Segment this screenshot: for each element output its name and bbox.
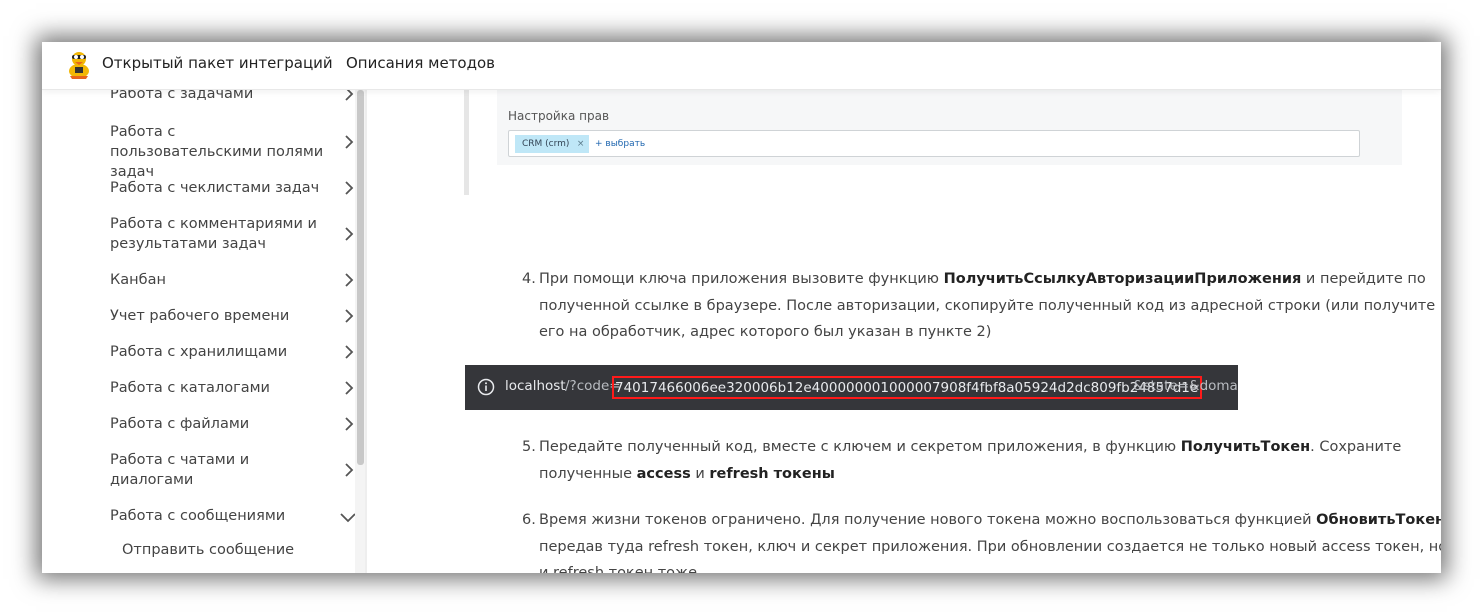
sidebar-item-storages[interactable]: Работа с хранилищами <box>110 342 360 362</box>
auth-code-highlight: 74017466006ee320006b12e40000000100000790… <box>612 376 1203 399</box>
sidebar-item-chats[interactable]: Работа с чатами и диалогами <box>110 450 360 490</box>
step-6: 6. Время жизни токенов ограничено. Для п… <box>522 507 1441 573</box>
sidebar-item-files[interactable]: Работа с файлами <box>110 414 360 434</box>
chevron-right-icon <box>345 90 354 101</box>
sidebar-item-tasks[interactable]: Работа с задачами <box>110 90 360 104</box>
function-name: ПолучитьСсылкуАвторизацииПриложения <box>943 271 1302 287</box>
sidebar-item-messages[interactable]: Работа с сообщениями <box>110 506 360 526</box>
sidebar-item-label: Учет рабочего времени <box>110 308 290 324</box>
step-number: 5. <box>522 439 536 455</box>
step-number: 4. <box>522 271 536 287</box>
browser-address-bar: localhost /?code= 74017466006ee320006b12… <box>465 365 1238 410</box>
step-text: Передайте полученный код, вместе с ключе… <box>539 439 1181 455</box>
step-text: и <box>690 465 710 482</box>
sidebar-subitem-send-message[interactable]: Отправить сообщение <box>122 542 294 558</box>
sidebar-item-label: Работа с чатами и диалогами <box>110 452 250 488</box>
sidebar-item-label: Работа с сообщениями <box>110 508 286 524</box>
sidebar-item-label: Работа с чеклистами задач <box>110 180 320 196</box>
chevron-down-icon <box>340 513 356 523</box>
step-number: 6. <box>522 512 536 528</box>
sidebar-item-catalogs[interactable]: Работа с каталогами <box>110 378 360 398</box>
token-name: refresh токены <box>709 465 835 482</box>
image-block-border <box>464 90 469 195</box>
close-icon[interactable]: × <box>577 135 585 153</box>
sidebar-item-label: Работа с хранилищами <box>110 344 288 360</box>
sidebar-item-label: Работа с задачами <box>110 90 254 102</box>
info-icon <box>477 378 495 396</box>
chevron-right-icon <box>345 181 354 195</box>
chevron-right-icon <box>345 463 354 477</box>
step-text: Время жизни токенов ограничено. Для полу… <box>539 512 1317 528</box>
function-name: ОбновитьТокен <box>1316 512 1441 528</box>
chevron-right-icon <box>345 273 354 287</box>
chevron-right-icon <box>345 227 354 241</box>
scope-tag[interactable]: CRM (crm) × <box>515 135 590 153</box>
url-query-tail: &state=&domain <box>1133 378 1238 394</box>
rights-settings-label: Настройка прав <box>508 109 610 123</box>
sidebar-item-label: Работа с каталогами <box>110 380 270 396</box>
sidebar-item-label: Работа с комментариями и результатами за… <box>110 216 317 252</box>
brand-title[interactable]: Открытый пакет интеграций <box>102 54 333 72</box>
rights-selector[interactable]: CRM (crm) × + выбрать <box>508 130 1360 157</box>
sidebar-item-task-checklists[interactable]: Работа с чеклистами задач <box>110 178 360 198</box>
sidebar-scrollbar-thumb[interactable] <box>357 90 364 465</box>
sidebar-item-task-custom-fields[interactable]: Работа с пользовательскими полями задач <box>110 122 360 182</box>
chevron-right-icon <box>345 345 354 359</box>
chevron-right-icon <box>345 309 354 323</box>
main-content: Настройка прав CRM (crm) × + выбрать 4. … <box>367 90 1441 573</box>
chevron-right-icon <box>345 135 354 149</box>
nav-link-methods[interactable]: Описания методов <box>346 54 495 72</box>
url-host: localhost <box>505 378 566 394</box>
sidebar: Работа с задачами Работа с пользовательс… <box>42 90 367 573</box>
token-name: access <box>636 465 691 482</box>
sidebar-item-label: Канбан <box>110 272 166 288</box>
step-4: 4. При помощи ключа приложения вызовите … <box>522 266 1441 346</box>
chevron-right-icon <box>345 417 354 431</box>
sidebar-item-kanban[interactable]: Канбан <box>110 270 360 290</box>
duck-logo-icon[interactable] <box>68 49 90 79</box>
chevron-right-icon <box>345 381 354 395</box>
sidebar-item-time-tracking[interactable]: Учет рабочего времени <box>110 306 360 326</box>
step-5: 5. Передайте полученный код, вместе с кл… <box>522 434 1441 487</box>
scope-tag-label: CRM (crm) <box>522 139 570 149</box>
pick-scope-link[interactable]: + выбрать <box>595 136 645 152</box>
function-name: ПолучитьТокен <box>1180 439 1311 455</box>
sidebar-item-task-comments[interactable]: Работа с комментариями и результатами за… <box>110 214 360 254</box>
sidebar-item-label: Работа с файлами <box>110 416 250 432</box>
app-window: Открытый пакет интеграций Описания метод… <box>42 42 1441 573</box>
step-text: При помощи ключа приложения вызовите фун… <box>539 271 944 287</box>
sidebar-item-label: Работа с пользовательскими полями задач <box>110 124 324 180</box>
top-header: Открытый пакет интеграций Описания метод… <box>42 42 1441 90</box>
